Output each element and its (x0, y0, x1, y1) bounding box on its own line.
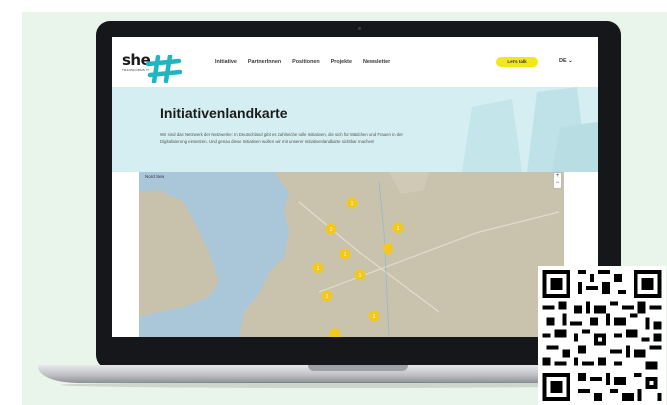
hash-icon (146, 55, 182, 83)
svg-text:1: 1 (373, 314, 376, 320)
map-marker-icon[interactable]: 1 (346, 197, 358, 209)
svg-text:1: 1 (344, 252, 347, 258)
page-title: Initiativenlandkarte (160, 105, 288, 121)
laptop-screen: she TRANSFORMS IT Initiative PartnerInne… (112, 37, 598, 337)
map-marker-icon[interactable] (329, 328, 341, 338)
intro-text: Wir sind das Netzwerk der Netzwerke: In … (160, 132, 403, 145)
language-selector[interactable]: DE ⌄ (559, 58, 573, 64)
laptop-base-notch (308, 365, 408, 371)
nav-item-initiative[interactable]: Initiative (215, 59, 237, 65)
map-marker-icon[interactable]: 1 (339, 248, 351, 260)
svg-text:1: 1 (326, 294, 329, 300)
hero-section: Initiativenlandkarte Wir sind das Netzwe… (112, 87, 598, 172)
qr-code (538, 266, 666, 405)
hero-decoration (462, 87, 598, 172)
map-marker-icon[interactable]: 1 (312, 262, 324, 274)
svg-text:1: 1 (351, 201, 354, 207)
svg-text:1: 1 (359, 273, 362, 279)
site-header: she TRANSFORMS IT Initiative PartnerInne… (112, 37, 598, 87)
map-marker-icon[interactable] (383, 243, 393, 256)
webcam-dot (358, 27, 361, 30)
map-marker-icon[interactable]: 1 (368, 310, 380, 322)
svg-text:1: 1 (317, 266, 320, 272)
nav-item-partnerinnen[interactable]: PartnerInnen (248, 59, 281, 65)
nav-item-projekte[interactable]: Projekte (331, 59, 352, 65)
site-logo[interactable]: she TRANSFORMS IT (122, 51, 182, 87)
nav-item-newsletter[interactable]: Newsletter (363, 59, 390, 65)
map-marker-icon[interactable]: 1 (321, 290, 333, 302)
map-marker-icon[interactable]: 1 (392, 222, 404, 234)
svg-text:1: 1 (330, 227, 333, 233)
map-markers: 1 1 1 1 1 1 1 1 (312, 197, 404, 338)
svg-text:1: 1 (397, 226, 400, 232)
laptop-shadow (60, 382, 620, 388)
initiatives-map[interactable]: Nord Sea + − 1 1 1 1 1 1 1 1 (139, 172, 564, 337)
map-marker-icon[interactable]: 1 (354, 269, 366, 281)
nav-item-positionen[interactable]: Positionen (292, 59, 320, 65)
main-nav: Initiative PartnerInnen Positionen Proje… (215, 59, 390, 65)
lets-talk-button[interactable]: Let’s talk (496, 57, 538, 67)
map-marker-icon[interactable]: 1 (325, 223, 337, 235)
